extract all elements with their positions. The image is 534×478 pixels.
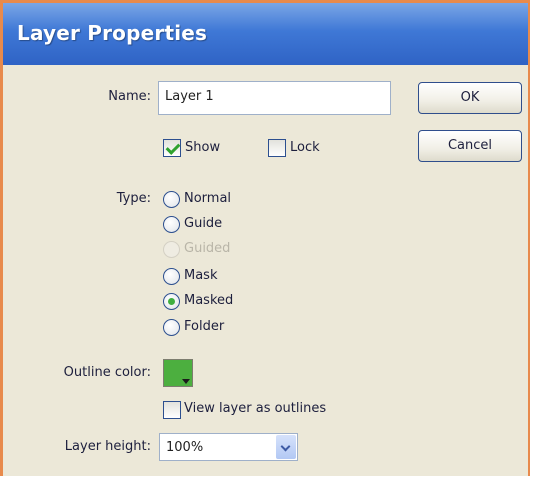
layer-height-select[interactable]: 100% — [159, 433, 298, 461]
outline-color-label: Outline color: — [63, 365, 151, 380]
cancel-button[interactable]: Cancel — [418, 130, 522, 162]
lock-checkbox[interactable] — [268, 139, 286, 157]
view-outlines-label: View layer as outlines — [184, 401, 327, 416]
ok-button[interactable]: OK — [418, 82, 522, 114]
radio-mask[interactable] — [163, 268, 180, 285]
view-outlines-checkbox[interactable] — [163, 401, 181, 419]
show-label: Show — [185, 140, 221, 155]
show-checkbox[interactable] — [163, 139, 181, 157]
name-field[interactable]: Layer 1 — [158, 81, 391, 115]
layer-properties-dialog: Layer Properties Name: Layer 1 OK Cancel… — [0, 0, 530, 476]
radio-guide-label: Guide — [184, 216, 223, 231]
lock-label: Lock — [290, 140, 320, 155]
title-bar[interactable]: Layer Properties — [3, 3, 528, 65]
radio-guide[interactable] — [163, 216, 180, 233]
radio-normal-label: Normal — [184, 191, 232, 206]
dialog-title: Layer Properties — [17, 21, 208, 45]
radio-folder-label: Folder — [184, 319, 225, 334]
type-label: Type: — [116, 191, 151, 206]
name-label: Name: — [108, 89, 151, 104]
chevron-down-icon[interactable] — [276, 435, 296, 459]
layer-height-value: 100% — [166, 440, 204, 455]
radio-masked-label: Masked — [184, 293, 234, 308]
radio-folder[interactable] — [163, 319, 180, 336]
radio-guided-label: Guided — [184, 241, 231, 256]
radio-guided — [163, 241, 180, 258]
dropdown-arrow-icon — [182, 379, 190, 384]
radio-normal[interactable] — [163, 191, 180, 208]
radio-mask-label: Mask — [184, 268, 218, 283]
outline-color-swatch[interactable] — [163, 359, 193, 387]
radio-masked[interactable] — [163, 293, 180, 310]
layer-height-label: Layer height: — [64, 439, 151, 454]
